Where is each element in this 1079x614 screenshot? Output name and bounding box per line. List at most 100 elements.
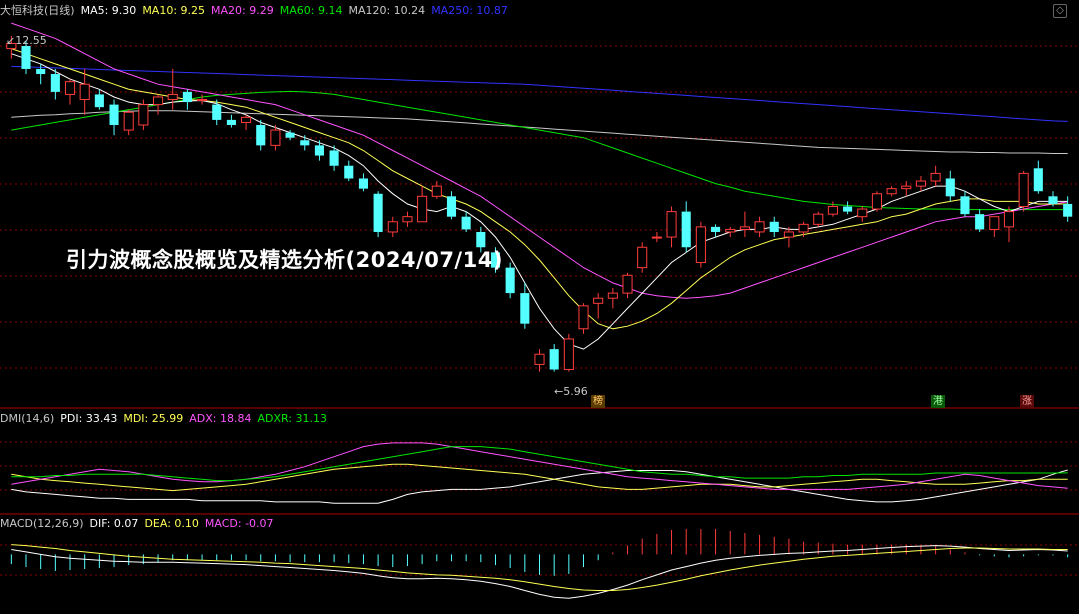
candle-body xyxy=(182,91,192,103)
ma120-label: MA120: 10.24 xyxy=(348,3,426,17)
ma250-label: MA250: 10.87 xyxy=(431,3,508,17)
high-price-marker: ↙12.55 xyxy=(6,34,47,47)
candle-body xyxy=(681,211,691,248)
macd-value-label: MACD: -0.07 xyxy=(204,516,274,530)
low-price-marker: ←5.96 xyxy=(554,385,588,398)
dmi-name[interactable]: DMI(14,6) xyxy=(0,412,54,425)
low-price-label: 5.96 xyxy=(563,385,588,398)
macd-header: MACD(12,26,9) DIF: 0.07 DEA: 0.10 MACD: … xyxy=(0,515,280,531)
candle-body xyxy=(36,68,46,75)
candle-body xyxy=(1033,168,1043,192)
candle-body xyxy=(711,226,721,232)
candle-body xyxy=(1003,211,1015,228)
high-price-label: 12.55 xyxy=(15,34,47,47)
candle-body xyxy=(1063,203,1073,217)
candle-body xyxy=(270,129,281,146)
dmi-adxr-label: ADXR: 31.13 xyxy=(257,411,327,425)
candle-body xyxy=(769,221,779,232)
ma250-line xyxy=(11,65,1068,122)
candle-body xyxy=(960,196,970,215)
candle-body xyxy=(226,119,236,125)
candle-body xyxy=(256,124,266,146)
candle-body xyxy=(857,208,868,218)
candle-body xyxy=(152,96,164,106)
candle-body xyxy=(593,297,604,304)
candle-body xyxy=(945,178,955,197)
candle-body xyxy=(563,338,574,371)
candle-body xyxy=(431,185,442,197)
candle-body xyxy=(300,140,310,146)
candle-body xyxy=(94,94,104,108)
candle-body xyxy=(505,267,515,294)
macd-dea-label: DEA: 0.10 xyxy=(144,516,199,530)
candle-body xyxy=(21,46,31,69)
candle-body xyxy=(578,305,589,330)
candle-body xyxy=(975,214,985,230)
candle-body xyxy=(871,193,882,210)
candle-body xyxy=(138,104,149,126)
candle-body xyxy=(109,104,119,125)
candle-body xyxy=(666,211,677,238)
candle-body xyxy=(739,226,750,230)
candle-body xyxy=(212,104,222,120)
candle-body xyxy=(607,292,618,299)
dmi-mdi-label: MDI: 25.99 xyxy=(123,411,184,425)
candle-body xyxy=(725,228,736,233)
candle-body xyxy=(783,231,794,238)
candle-body xyxy=(534,353,545,365)
badge-bang[interactable]: 榜 xyxy=(591,395,605,408)
stock-title[interactable]: 大恒科技(日线) xyxy=(0,2,75,18)
candle-body xyxy=(886,188,897,195)
badge-zhang[interactable]: 涨 xyxy=(1020,395,1034,408)
ma10-label: MA10: 9.25 xyxy=(142,3,206,17)
dmi-adxr-line xyxy=(11,446,1068,482)
macd-name[interactable]: MACD(12,26,9) xyxy=(0,517,84,530)
candle-body xyxy=(50,74,60,92)
ma20-label: MA20: 9.29 xyxy=(211,3,274,17)
candle-body xyxy=(827,206,838,215)
candle-body xyxy=(64,81,76,95)
candle-body xyxy=(930,172,941,182)
candle-body xyxy=(344,165,354,179)
candle-body xyxy=(695,226,706,264)
candle-body xyxy=(358,178,368,189)
dmi-pdi-line xyxy=(11,469,1068,504)
candle-body xyxy=(314,145,324,156)
candle-body xyxy=(754,221,765,233)
candle-body xyxy=(520,293,530,324)
candle-body xyxy=(549,349,559,370)
dmi-pdi-label: PDI: 33.43 xyxy=(60,411,118,425)
dmi-adx-label: ADX: 18.84 xyxy=(189,411,252,425)
badge-gang[interactable]: 港 xyxy=(931,395,945,408)
candle-body xyxy=(241,116,252,123)
candle-body xyxy=(285,132,295,138)
main-header: 大恒科技(日线) MA5: 9.30 MA10: 9.25 MA20: 9.29… xyxy=(0,2,514,18)
ma60-label: MA60: 9.14 xyxy=(279,3,343,17)
macd-dif-label: DIF: 0.07 xyxy=(89,516,139,530)
candle-body xyxy=(798,223,809,233)
candle-body xyxy=(446,196,457,217)
candle-body xyxy=(1048,196,1058,204)
collapse-icon[interactable]: ◇ xyxy=(1053,4,1067,18)
candle-body xyxy=(417,195,428,223)
dmi-mdi-line xyxy=(11,463,1068,492)
candle-body xyxy=(843,206,853,212)
candle-body xyxy=(402,216,413,223)
candle-body xyxy=(387,221,398,233)
dmi-header: DMI(14,6) PDI: 33.43 MDI: 25.99 ADX: 18.… xyxy=(0,410,333,426)
candle-body xyxy=(989,216,1000,230)
overlay-title: 引力波概念股概览及精选分析(2024/07/14) xyxy=(66,248,503,272)
candle-body xyxy=(651,236,662,239)
candle-body xyxy=(373,193,383,232)
candle-body xyxy=(123,111,134,131)
ma120-line xyxy=(11,110,1068,154)
candle-body xyxy=(901,185,912,190)
candle-body xyxy=(329,150,339,166)
candle-body xyxy=(167,93,178,101)
candle-body xyxy=(461,216,471,230)
candle-body xyxy=(813,213,824,225)
candle-body xyxy=(637,246,648,269)
ma5-label: MA5: 9.30 xyxy=(80,3,137,17)
candle-body xyxy=(1018,172,1029,207)
candle-body xyxy=(79,83,90,101)
